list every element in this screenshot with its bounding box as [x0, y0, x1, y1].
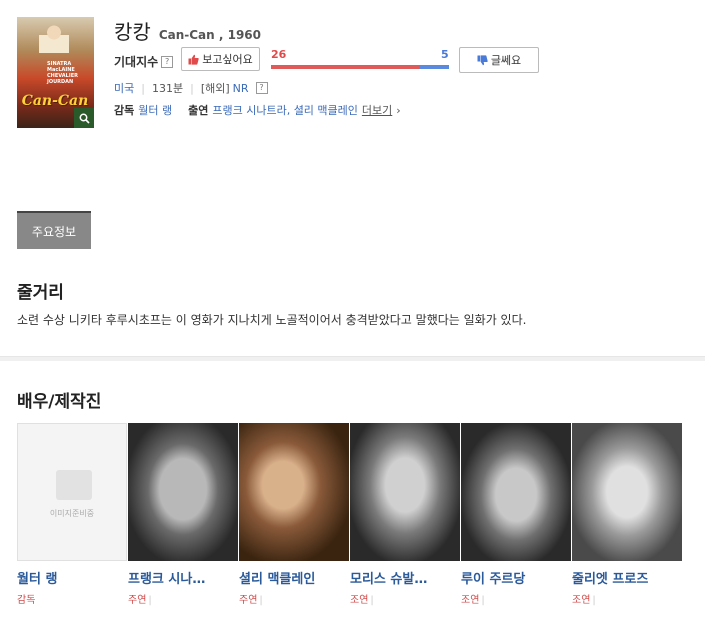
poster-cast-text: SINATRA MacLAINE CHEVALIER JOURDAN [47, 61, 78, 85]
dislike-count: 5 [441, 48, 449, 61]
cast-photo[interactable] [572, 423, 682, 561]
cast-role-text: 조연 [350, 595, 369, 606]
rating-help-icon[interactable]: ? [255, 82, 268, 94]
cast-photo[interactable] [128, 423, 238, 561]
cast-name[interactable]: 줄리엣 프로즈 [572, 568, 676, 587]
role-divider: | [481, 595, 485, 606]
cast-role-text: 감독 [17, 595, 36, 606]
dislike-button[interactable]: 글쎄요 [459, 47, 539, 73]
rating: NR [232, 81, 249, 95]
movie-poster[interactable]: SINATRA MacLAINE CHEVALIER JOURDAN Can-C… [17, 17, 94, 128]
zoom-icon[interactable] [74, 108, 94, 128]
placeholder-text: 이미지준비중 [49, 509, 95, 518]
dislike-button-label: 글쎄요 [490, 55, 522, 67]
vote-ratio-bar [271, 65, 449, 69]
vote-ratio-like-fill [271, 65, 421, 69]
cast-name[interactable]: 프랭크 시나… [128, 568, 232, 587]
cast-name[interactable]: 월터 랭 [17, 568, 121, 587]
cast-role: 주연 | [239, 591, 350, 606]
cast-card[interactable]: 이미지준비중 월터 랭 감독 [17, 423, 128, 606]
movie-title: 캉캉 [114, 20, 151, 44]
cast-name[interactable]: 셜리 맥클레인 [239, 568, 343, 587]
more-link[interactable]: 더보기 [362, 102, 392, 118]
thumbs-up-icon [188, 54, 199, 65]
cast-photo[interactable] [461, 423, 571, 561]
cast-role-text: 조연 [572, 595, 591, 606]
role-divider: | [370, 595, 374, 606]
country-link[interactable]: 미국 [114, 80, 134, 96]
role-divider: | [259, 595, 263, 606]
thumbs-down-icon [477, 54, 488, 65]
cast-role-text: 조연 [461, 595, 480, 606]
section-divider [0, 356, 705, 361]
cast-photo[interactable] [239, 423, 349, 561]
cast-role-text: 주연 [128, 595, 147, 606]
cast-role: 조연 | [572, 591, 683, 606]
synopsis-heading: 줄거리 [17, 283, 64, 303]
movie-original-title: Can-Can , 1960 [158, 28, 261, 42]
cast-role: 주연 | [128, 591, 239, 606]
expectation-label: 기대지수 ? [114, 53, 174, 70]
director-label: 감독 [114, 104, 135, 117]
director-link[interactable]: 월터 랭 [138, 102, 172, 118]
cast-card[interactable]: 줄리엣 프로즈 조연 | [572, 423, 683, 606]
credits-row: 감독 월터 랭 출연 프랭크 시나트라, 셜리 맥클레인 더보기 › [114, 102, 401, 118]
help-icon[interactable]: ? [161, 55, 174, 68]
like-button-label: 보고싶어요 [202, 53, 253, 66]
rating-prefix: [해외] [200, 82, 230, 95]
runtime: 131분 [151, 82, 184, 95]
cast-card[interactable]: 프랭크 시나… 주연 | [128, 423, 239, 606]
movie-meta: 미국 | 131분 | [해외] NR ? [114, 80, 268, 96]
cast-list: 이미지준비중 월터 랭 감독 프랭크 시나… 주연 | 셜리 맥클레인 주연 | 모… [17, 423, 683, 606]
cast-card[interactable]: 루이 주르당 조연 | [461, 423, 572, 606]
photo-placeholder[interactable]: 이미지준비중 [17, 423, 127, 561]
meta-divider: | [141, 81, 145, 95]
tab-main-info[interactable]: 주요정보 [17, 211, 91, 249]
cast-link[interactable]: 프랭크 시나트라, 셜리 맥클레인 [212, 102, 358, 118]
role-divider: | [592, 595, 596, 606]
cast-role: 조연 | [350, 591, 461, 606]
cast-role: 조연 | [461, 591, 572, 606]
cast-label: 출연 [188, 104, 209, 117]
expectation-label-text: 기대지수 [114, 55, 159, 69]
meta-divider: | [190, 81, 194, 95]
cast-name[interactable]: 루이 주르당 [461, 568, 565, 587]
cast-heading: 배우/제작진 [17, 392, 102, 412]
like-count: 26 [271, 48, 287, 61]
cast-card[interactable]: 모리스 슈발… 조연 | [350, 423, 461, 606]
chevron-right-icon: › [396, 103, 401, 117]
cast-name[interactable]: 모리스 슈발… [350, 568, 454, 587]
image-placeholder-icon [56, 470, 92, 500]
cast-role: 감독 [17, 591, 128, 606]
cast-card[interactable]: 셜리 맥클레인 주연 | [239, 423, 350, 606]
cast-role-text: 주연 [239, 595, 258, 606]
synopsis-text: 소련 수상 니키타 후루시초프는 이 영화가 지나치게 노골적이어서 충격받았다… [17, 313, 527, 327]
cast-photo[interactable] [350, 423, 460, 561]
role-divider: | [148, 595, 152, 606]
like-button[interactable]: 보고싶어요 [181, 47, 260, 71]
movie-title-row: 캉캉 Can-Can , 1960 [114, 16, 261, 45]
